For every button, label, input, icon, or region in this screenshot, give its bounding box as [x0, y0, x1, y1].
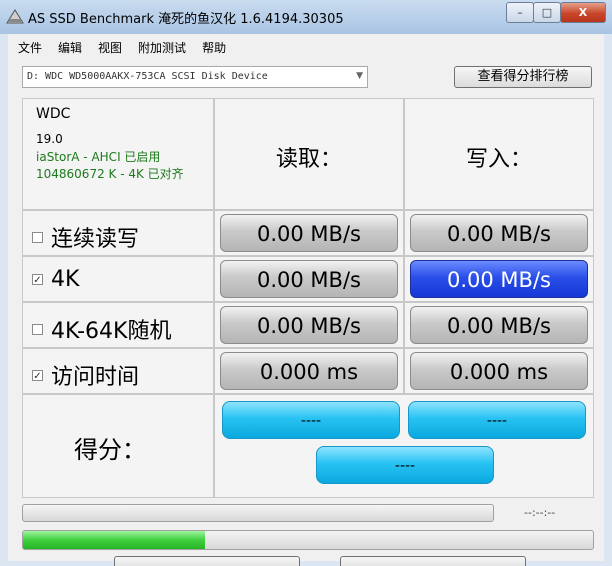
- menu-file[interactable]: 文件: [18, 39, 42, 56]
- score-label: 得分：: [74, 436, 146, 464]
- row-label-seq[interactable]: 连续读写: [32, 221, 139, 253]
- row-label-text: 4K: [51, 267, 80, 292]
- ranking-button[interactable]: 查看得分排行榜: [454, 66, 592, 88]
- menu-bar: 文件 编辑 视图 附加测试 帮助: [8, 34, 604, 60]
- 4k64-read-value: 0.00 MB/s: [220, 306, 398, 344]
- 4k-read-value: 0.00 MB/s: [220, 260, 398, 298]
- write-column-header: 写入：: [465, 147, 532, 172]
- elapsed-time: --:--:--: [524, 506, 556, 519]
- score-total: ----: [316, 446, 494, 484]
- main-window: 文件 编辑 视图 附加测试 帮助 D: WDC WD5000AAKX-753CA…: [8, 34, 604, 566]
- score-write: ----: [408, 401, 586, 439]
- access-write-value: 0.000 ms: [410, 352, 588, 390]
- score-read: ----: [222, 401, 400, 439]
- drive-select[interactable]: D: WDC WD5000AAKX-753CA SCSI Disk Device…: [22, 66, 368, 88]
- window-title: AS SSD Benchmark 淹死的鱼汉化 1.6.4194.30305: [28, 12, 344, 27]
- access-read-value: 0.000 ms: [220, 352, 398, 390]
- row-label-4k64[interactable]: 4K-64K随机: [32, 313, 171, 345]
- disk-alignment: 104860672 K - 4K 已对齐: [36, 167, 184, 181]
- abort-button[interactable]: [340, 556, 526, 566]
- disk-firmware: 19.0: [36, 132, 63, 146]
- row-label-access-time[interactable]: ✓ 访问时间: [32, 359, 139, 391]
- read-column-header: 读取：: [275, 147, 342, 172]
- app-icon: [6, 9, 24, 24]
- checkbox-4k64[interactable]: [32, 323, 43, 335]
- seq-read-value: 0.00 MB/s: [220, 214, 398, 252]
- maximize-button[interactable]: □: [533, 2, 561, 23]
- menu-view[interactable]: 视图: [98, 39, 122, 56]
- minimize-button[interactable]: –: [506, 2, 534, 23]
- disk-driver: iaStorA - AHCI 已启用: [36, 150, 161, 164]
- 4k-write-value: 0.00 MB/s: [410, 260, 588, 298]
- seq-write-value: 0.00 MB/s: [410, 214, 588, 252]
- checkbox-access-time[interactable]: ✓: [32, 369, 43, 382]
- checkbox-4k[interactable]: ✓: [32, 274, 43, 286]
- drive-select-value: D: WDC WD5000AAKX-753CA SCSI Disk Device: [27, 71, 268, 82]
- menu-extra-tests[interactable]: 附加测试: [138, 39, 186, 56]
- row-label-text: 4K-64K随机: [51, 319, 172, 344]
- chevron-down-icon[interactable]: ▼: [356, 71, 363, 81]
- overall-progress-fill: [23, 531, 206, 549]
- menu-help[interactable]: 帮助: [202, 39, 226, 56]
- start-button[interactable]: [114, 556, 300, 566]
- checkbox-seq[interactable]: [32, 231, 43, 243]
- row-label-text: 连续读写: [51, 227, 140, 252]
- menu-edit[interactable]: 编辑: [58, 39, 82, 56]
- test-progress-bar: [22, 504, 494, 522]
- row-label-4k[interactable]: ✓ 4K: [32, 267, 79, 292]
- overall-progress-bar: [22, 530, 594, 550]
- close-button[interactable]: X: [560, 2, 606, 23]
- row-label-text: 访问时间: [51, 365, 140, 390]
- title-bar[interactable]: AS SSD Benchmark 淹死的鱼汉化 1.6.4194.30305 –…: [0, 0, 612, 34]
- window-controls: – □ X: [506, 2, 606, 23]
- disk-model: WDC: [36, 106, 71, 122]
- 4k64-write-value: 0.00 MB/s: [410, 306, 588, 344]
